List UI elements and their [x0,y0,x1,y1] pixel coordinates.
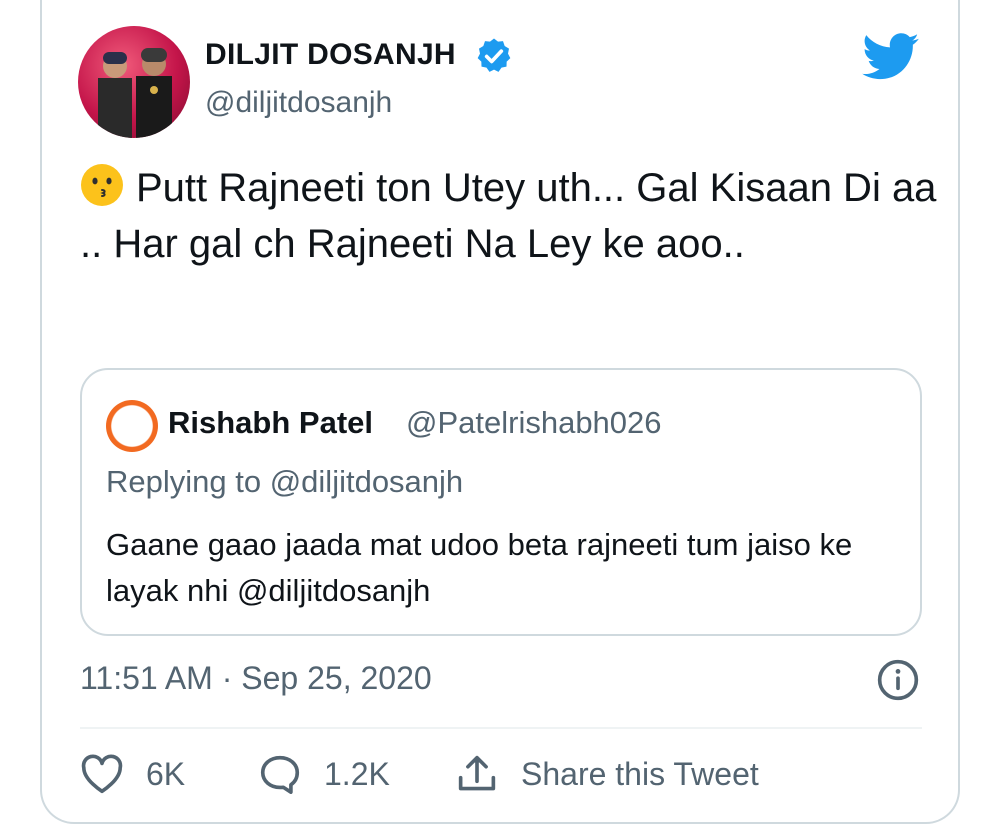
kissing-face-emoji [81,164,123,206]
author-handle[interactable]: @diljitdosanjh [205,86,392,120]
share-label: Share this Tweet [521,755,759,792]
heart-icon [81,754,123,794]
tweet-timestamp[interactable]: 11:51 AM · Sep 25, 2020 [80,660,432,697]
tweet-text: Putt Rajneeti ton Utey uth... Gal Kisaan… [80,160,940,272]
like-count: 6K [146,755,186,792]
quoted-replying-to: Replying to @diljitdosanjh [106,464,464,499]
quoted-author-avatar[interactable] [106,400,158,452]
quoted-tweet[interactable]: Rishabh Patel @Patelrishabh026 Replying … [80,368,922,636]
quoted-tweet-text: Gaane gaao jaada mat udoo beta rajneeti … [106,527,853,608]
tweet-body: Putt Rajneeti ton Utey uth... Gal Kisaan… [80,166,937,266]
quoted-author-name[interactable]: Rishabh Patel [168,405,373,441]
reply-icon [260,755,300,794]
info-icon[interactable] [876,658,920,702]
twitter-bird-icon[interactable] [862,33,920,81]
reply-button[interactable]: 1.2K [258,754,390,794]
quoted-author-handle[interactable]: @Patelrishabh026 [406,405,662,441]
like-button[interactable]: 6K [80,754,185,794]
share-icon [458,755,496,791]
author-avatar[interactable] [78,26,190,138]
share-button[interactable]: Share this Tweet [455,754,759,794]
verified-badge-icon [477,38,511,72]
reply-count: 1.2K [324,755,390,792]
action-divider [80,727,922,729]
author-name[interactable]: DILJIT DOSANJH [205,38,456,72]
